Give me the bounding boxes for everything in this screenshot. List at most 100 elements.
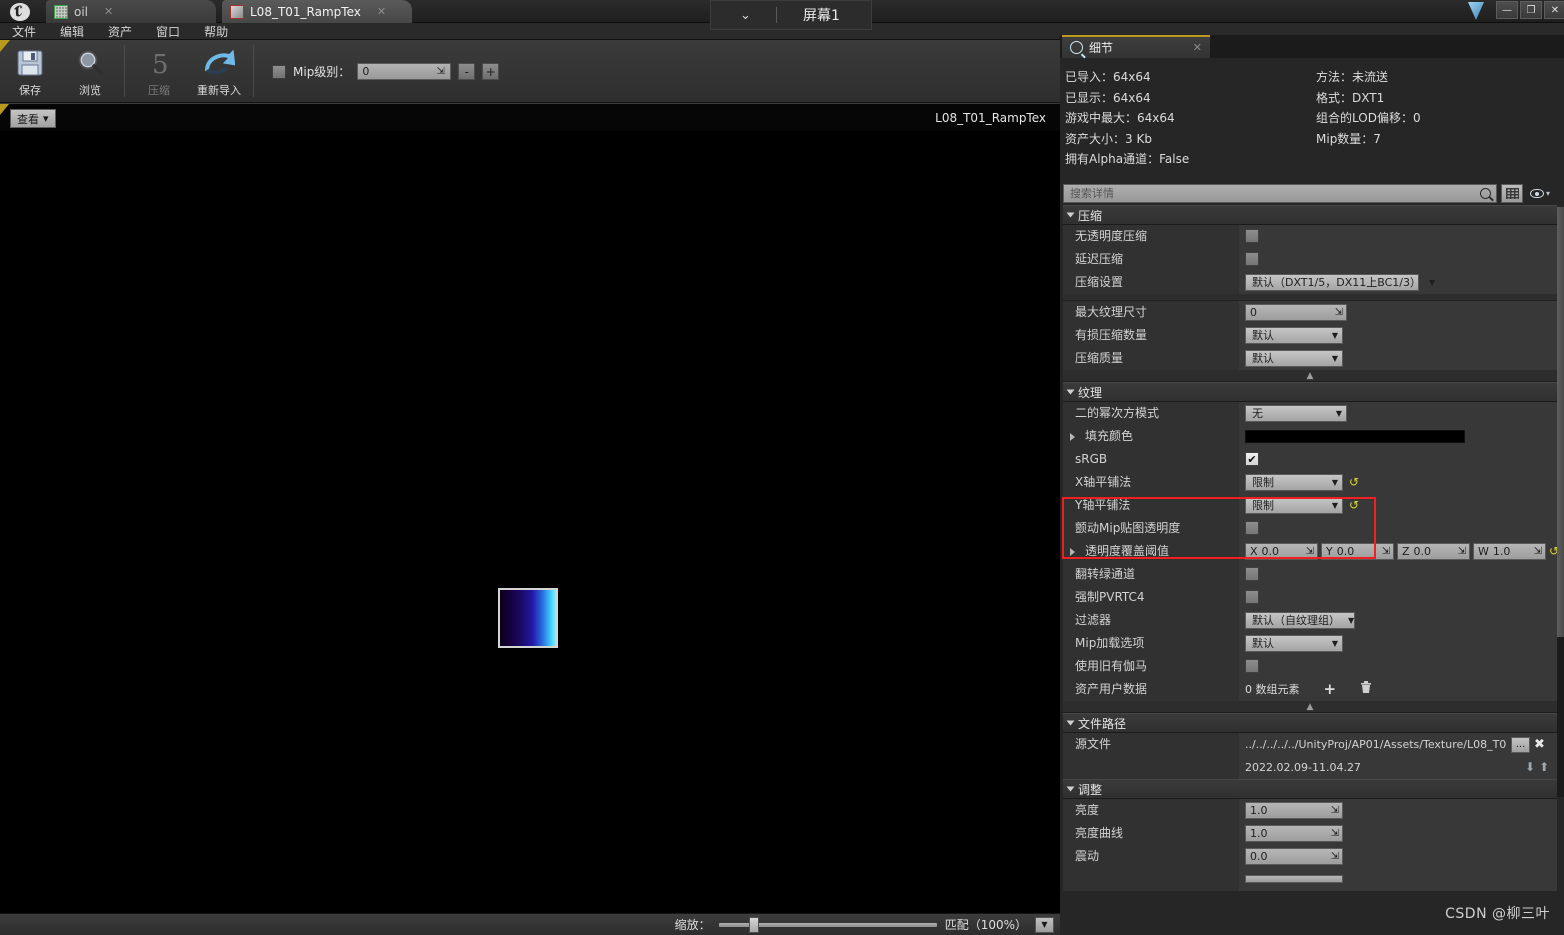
row-x-axis-tiling-method[interactable]: X轴平铺法 限制 ▼ ↺ — [1063, 470, 1557, 494]
menu-asset[interactable]: 资产 — [96, 23, 144, 40]
checkbox[interactable] — [1245, 521, 1259, 535]
details-scrollbar[interactable] — [1557, 207, 1564, 797]
row-max-texture-size[interactable]: 最大纹理尺寸 0 ⇲ — [1063, 300, 1557, 324]
chevron-down-icon[interactable]: ⌄ — [716, 8, 776, 23]
spinner-icon[interactable]: ⇲ — [1335, 307, 1343, 318]
display-options-button[interactable] — [1501, 183, 1523, 203]
row-y-axis-tiling-method[interactable]: Y轴平铺法 限制 ▼ ↺ — [1063, 493, 1557, 517]
search-input[interactable] — [1070, 186, 1470, 200]
row-lossy-compression-amount[interactable]: 有损压缩数量 默认 ▼ — [1063, 323, 1557, 347]
search-details-box[interactable] — [1063, 183, 1497, 203]
alpha-threshold-w[interactable]: W 1.0 ⇲ — [1473, 542, 1546, 560]
row-defer-compression[interactable]: 延迟压缩 — [1063, 247, 1557, 271]
row-compression-settings[interactable]: 压缩设置 默认（DXT1/5，DX11上BC1/3） ▼ — [1063, 270, 1557, 294]
row-source-file[interactable]: 源文件 ../../../../../UnityProj/AP01/Assets… — [1063, 733, 1557, 756]
section-header-texture[interactable]: 纹理 — [1063, 382, 1557, 402]
tab-details[interactable]: 细节 ✕ — [1062, 35, 1210, 58]
menu-file[interactable]: 文件 — [0, 23, 48, 40]
upload-icon[interactable]: ⬆ — [1539, 760, 1549, 774]
scrollbar-thumb[interactable] — [1557, 207, 1564, 637]
row-mip-load-options[interactable]: Mip加载选项 默认 ▼ — [1063, 631, 1557, 655]
spinner-icon[interactable]: ⇲ — [436, 66, 447, 77]
brightness-input[interactable]: 1.0 ⇲ — [1245, 801, 1343, 819]
section-header-file-path[interactable]: 文件路径 — [1063, 713, 1557, 733]
spinner-icon[interactable]: ⇲ — [1331, 828, 1339, 839]
reimport-button[interactable]: 重新导入 — [189, 42, 249, 102]
browse-file-button[interactable]: ... — [1511, 736, 1530, 753]
row-no-alpha-compression[interactable]: 无透明度压缩 — [1063, 224, 1557, 248]
max-texture-size-input[interactable]: 0 ⇲ — [1245, 303, 1347, 321]
texture-viewport[interactable]: 查看 ▾ L08_T01_RampTex 缩放： 匹配（100%） ▼ — [0, 103, 1060, 935]
row-alpha-coverage-thresholds[interactable]: 透明度覆盖阈值 X 0.0 ⇲ Y 0.0 ⇲ Z 0.0 ⇲ W 1.0 ⇲ … — [1063, 539, 1557, 563]
x-axis-tiling-dropdown[interactable]: 限制 ▼ — [1245, 473, 1343, 491]
reset-icon[interactable]: ↺ — [1549, 544, 1557, 558]
reset-icon[interactable]: ↺ — [1349, 498, 1359, 512]
mip-level-checkbox[interactable] — [272, 64, 286, 79]
row-force-pvrtc4[interactable]: 强制PVRTC4 — [1063, 585, 1557, 609]
browse-button[interactable]: 浏览 — [60, 42, 120, 102]
spinner-icon[interactable]: ⇲ — [1382, 546, 1390, 557]
zoom-slider-thumb[interactable] — [748, 916, 759, 933]
minimize-button[interactable]: — — [1496, 1, 1518, 19]
download-icon[interactable]: ⬇ — [1525, 760, 1535, 774]
mip-decrement-button[interactable]: - — [458, 63, 476, 80]
checkbox[interactable] — [1245, 590, 1259, 604]
close-button[interactable]: ✕ — [1544, 1, 1564, 19]
tab-close-icon[interactable]: ✕ — [104, 5, 113, 18]
close-icon[interactable]: ✕ — [1193, 41, 1202, 54]
tab-l08-t01-ramptex[interactable]: L08_T01_RampTex ✕ — [222, 0, 412, 23]
alpha-threshold-y[interactable]: Y 0.0 ⇲ — [1321, 542, 1394, 560]
row-asset-user-data[interactable]: 资产用户数据 0 数组元素 + — [1063, 677, 1557, 701]
delete-element-icon[interactable] — [1360, 680, 1372, 698]
next-field-partial[interactable] — [1245, 875, 1343, 883]
mip-load-options-dropdown[interactable]: 默认 ▼ — [1245, 634, 1343, 652]
menu-window[interactable]: 窗口 — [144, 23, 192, 40]
row-use-legacy-gamma[interactable]: 使用旧有伽马 — [1063, 654, 1557, 678]
section-header-compression[interactable]: 压缩 — [1063, 205, 1557, 225]
row-dither-mip-map-alpha[interactable]: 颤动Mip贴图透明度 — [1063, 516, 1557, 540]
alpha-threshold-x[interactable]: X 0.0 ⇲ — [1245, 542, 1318, 560]
alpha-threshold-z[interactable]: Z 0.0 ⇲ — [1397, 542, 1470, 560]
chevron-right-icon[interactable] — [1070, 548, 1075, 556]
menu-edit[interactable]: 编辑 — [48, 23, 96, 40]
lossy-compression-dropdown[interactable]: 默认 ▼ — [1245, 326, 1343, 344]
tab-oil[interactable]: oil ✕ — [46, 0, 216, 23]
compression-settings-dropdown[interactable]: 默认（DXT1/5，DX11上BC1/3） ▼ — [1245, 273, 1435, 291]
view-menu-button[interactable]: 查看 ▾ — [10, 109, 56, 128]
spinner-icon[interactable]: ⇲ — [1534, 546, 1542, 557]
mip-increment-button[interactable]: + — [482, 63, 500, 80]
row-filter[interactable]: 过滤器 默认（自纹理组） ▼ — [1063, 608, 1557, 632]
row-brightness[interactable]: 亮度 1.0 ⇲ — [1063, 798, 1557, 822]
y-axis-tiling-dropdown[interactable]: 限制 ▼ — [1245, 496, 1343, 514]
reset-icon[interactable]: ↺ — [1349, 475, 1359, 489]
screen-selector-overlay[interactable]: ⌄ 屏幕1 — [710, 0, 872, 30]
add-element-icon[interactable]: + — [1324, 680, 1337, 698]
visibility-toggle-button[interactable]: ▾ — [1527, 184, 1553, 203]
spinner-icon[interactable]: ⇲ — [1458, 546, 1466, 557]
brightness-curve-input[interactable]: 1.0 ⇲ — [1245, 824, 1343, 842]
section-header-adjustments[interactable]: 调整 — [1063, 779, 1557, 799]
checkbox[interactable] — [1245, 659, 1259, 673]
zoom-slider[interactable] — [718, 916, 937, 933]
checkbox[interactable] — [1245, 252, 1259, 266]
menu-help[interactable]: 帮助 — [192, 23, 240, 40]
compression-quality-dropdown[interactable]: 默认 ▼ — [1245, 349, 1343, 367]
row-flip-green-channel[interactable]: 翻转绿通道 — [1063, 562, 1557, 586]
clear-path-icon[interactable]: ✖ — [1534, 737, 1545, 752]
row-partial-next[interactable] — [1063, 867, 1557, 891]
mip-level-input[interactable]: 0 ⇲ — [357, 63, 452, 80]
checkbox[interactable] — [1245, 229, 1259, 243]
zoom-fit-dropdown[interactable]: ▼ — [1035, 916, 1054, 933]
row-compression-quality[interactable]: 压缩质量 默认 ▼ — [1063, 346, 1557, 370]
property-list[interactable]: 压缩 无透明度压缩 延迟压缩 压缩设置 默认（DXT1/5，DX11上BC1/3… — [1063, 205, 1557, 935]
vibrance-input[interactable]: 0.0 ⇲ — [1245, 847, 1343, 865]
save-button[interactable]: 保存 — [0, 42, 60, 102]
chevron-right-icon[interactable] — [1070, 433, 1075, 441]
spinner-icon[interactable]: ⇲ — [1331, 805, 1339, 816]
row-vibrance[interactable]: 震动 0.0 ⇲ — [1063, 844, 1557, 868]
row-srgb[interactable]: sRGB ✔ — [1063, 447, 1557, 471]
checkbox[interactable] — [1245, 567, 1259, 581]
maximize-button[interactable]: ❐ — [1520, 1, 1542, 19]
section-collapse-handle[interactable]: ▲ — [1063, 701, 1557, 713]
section-collapse-handle[interactable]: ▲ — [1063, 370, 1557, 382]
